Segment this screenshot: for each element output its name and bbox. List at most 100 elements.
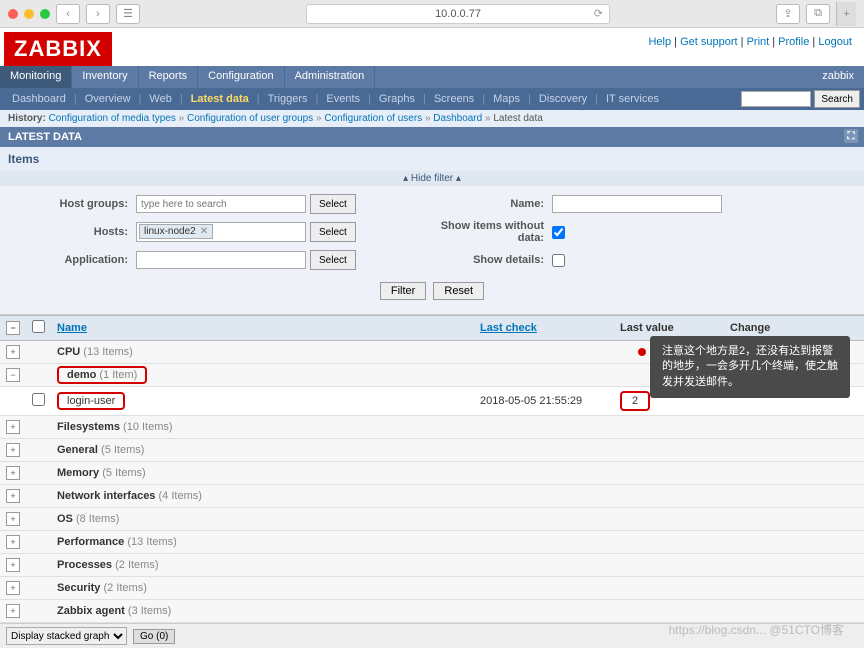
- collapse-icon: ▴: [456, 173, 461, 184]
- url-bar[interactable]: 10.0.0.77 ⟳: [306, 4, 610, 24]
- expand-icon[interactable]: +: [6, 443, 20, 457]
- group-name: Zabbix agent (3 Items): [51, 600, 864, 623]
- show-details-checkbox[interactable]: [552, 254, 565, 267]
- col-name[interactable]: Name: [57, 322, 87, 334]
- forward-button[interactable]: ›: [86, 4, 110, 24]
- subnav-latest-data[interactable]: Latest data: [183, 90, 257, 108]
- show-details-label: Show details:: [432, 254, 552, 266]
- subnav-events[interactable]: Events: [318, 90, 368, 108]
- history-item: Latest data: [493, 113, 542, 124]
- table-row: + Zabbix agent (3 Items): [0, 600, 864, 623]
- filter-button[interactable]: Filter: [380, 282, 426, 300]
- group-name: Network interfaces (4 Items): [51, 485, 864, 508]
- expand-icon[interactable]: +: [6, 489, 20, 503]
- subnav-web[interactable]: Web: [141, 90, 179, 108]
- filter-toggle[interactable]: ▴ Hide filter ▴: [0, 171, 864, 186]
- remove-host-icon[interactable]: ✕: [200, 226, 208, 237]
- expand-icon[interactable]: +: [6, 581, 20, 595]
- expand-all[interactable]: −: [6, 321, 20, 335]
- group-name: General (5 Items): [51, 439, 864, 462]
- expand-icon[interactable]: +: [6, 558, 20, 572]
- name-label: Name:: [432, 198, 552, 210]
- sidebar-button[interactable]: ☰: [116, 4, 140, 24]
- expand-icon[interactable]: −: [6, 368, 20, 382]
- host-groups-select[interactable]: Select: [310, 194, 356, 214]
- subnav-triggers[interactable]: Triggers: [260, 90, 316, 108]
- group-name: Security (2 Items): [51, 577, 864, 600]
- show-without-checkbox[interactable]: [552, 226, 565, 239]
- history-item[interactable]: Dashboard: [433, 113, 482, 124]
- table-row: + Security (2 Items): [0, 577, 864, 600]
- history-item[interactable]: Configuration of users: [324, 113, 422, 124]
- refresh-icon[interactable]: ⟳: [594, 7, 603, 20]
- show-without-label: Show items without data:: [432, 220, 552, 244]
- application-input[interactable]: [136, 251, 306, 269]
- history-bar: History: Configuration of media types » …: [0, 110, 864, 127]
- history-item[interactable]: Configuration of media types: [49, 113, 176, 124]
- expand-icon[interactable]: +: [6, 535, 20, 549]
- expand-icon[interactable]: +: [6, 512, 20, 526]
- item-name: login-user: [51, 387, 474, 416]
- support-link[interactable]: Get support: [680, 36, 737, 48]
- subnav-maps[interactable]: Maps: [485, 90, 528, 108]
- nav-monitoring[interactable]: Monitoring: [0, 66, 72, 88]
- subnav-graphs[interactable]: Graphs: [371, 90, 423, 108]
- new-tab-button[interactable]: +: [836, 2, 856, 26]
- last-check: 2018-05-05 21:55:29: [474, 387, 614, 416]
- search-button[interactable]: Search: [814, 90, 860, 108]
- nav-inventory[interactable]: Inventory: [72, 66, 138, 88]
- window-controls: [8, 9, 50, 19]
- back-button[interactable]: ‹: [56, 4, 80, 24]
- select-all-checkbox[interactable]: [32, 320, 45, 333]
- logout-link[interactable]: Logout: [818, 36, 852, 48]
- col-change: Change: [730, 322, 770, 334]
- col-last-check[interactable]: Last check: [480, 322, 537, 334]
- close-window[interactable]: [8, 9, 18, 19]
- top-links: Help | Get support | Print | Profile | L…: [648, 36, 852, 48]
- group-name: Processes (2 Items): [51, 554, 864, 577]
- subnav-it-services[interactable]: IT services: [598, 90, 667, 108]
- col-last-value: Last value: [620, 322, 674, 334]
- print-link[interactable]: Print: [747, 36, 770, 48]
- nav-reports[interactable]: Reports: [139, 66, 199, 88]
- subnav-screens[interactable]: Screens: [426, 90, 482, 108]
- history-label: History:: [8, 113, 46, 124]
- expand-icon[interactable]: +: [6, 604, 20, 618]
- share-button[interactable]: ⇪: [776, 4, 800, 24]
- subnav-discovery[interactable]: Discovery: [531, 90, 595, 108]
- nav-configuration[interactable]: Configuration: [198, 66, 284, 88]
- search-input[interactable]: [741, 91, 811, 107]
- tabs-button[interactable]: ⧉: [806, 4, 830, 24]
- maximize-window[interactable]: [40, 9, 50, 19]
- subnav-overview[interactable]: Overview: [77, 90, 139, 108]
- reset-button[interactable]: Reset: [433, 282, 484, 300]
- minimize-window[interactable]: [24, 9, 34, 19]
- go-button[interactable]: Go (0): [133, 629, 175, 644]
- group-name: Memory (5 Items): [51, 462, 864, 485]
- annotation-tooltip: 注意这个地方是2，还没有达到报警的地步，一会多开几个终端，使之触发并发送邮件。: [650, 336, 850, 398]
- profile-link[interactable]: Profile: [778, 36, 809, 48]
- subnav-dashboard[interactable]: Dashboard: [4, 90, 74, 108]
- history-item[interactable]: Configuration of user groups: [187, 113, 313, 124]
- row-checkbox[interactable]: [32, 393, 45, 406]
- host-tag: linux-node2 ✕: [139, 224, 213, 239]
- application-select[interactable]: Select: [310, 250, 356, 270]
- fullscreen-icon[interactable]: ⛶: [844, 129, 858, 143]
- table-row: +OS (8 Items): [0, 508, 864, 531]
- help-link[interactable]: Help: [648, 36, 671, 48]
- expand-icon[interactable]: +: [6, 466, 20, 480]
- name-input[interactable]: [552, 195, 722, 213]
- expand-icon[interactable]: +: [6, 345, 20, 359]
- application-label: Application:: [16, 254, 136, 266]
- bulk-action-select[interactable]: Display stacked graph: [6, 627, 127, 645]
- nav-administration[interactable]: Administration: [285, 66, 376, 88]
- host-groups-label: Host groups:: [16, 198, 136, 210]
- zabbix-logo: ZABBIX: [4, 32, 112, 66]
- browser-toolbar: ‹ › ☰ 10.0.0.77 ⟳ ⇪ ⧉ +: [0, 0, 864, 28]
- host-groups-input[interactable]: [136, 195, 306, 213]
- table-row: + Memory (5 Items): [0, 462, 864, 485]
- table-row: + Processes (2 Items): [0, 554, 864, 577]
- hosts-select[interactable]: Select: [310, 222, 356, 242]
- current-user: zabbix: [812, 66, 864, 88]
- expand-icon[interactable]: +: [6, 420, 20, 434]
